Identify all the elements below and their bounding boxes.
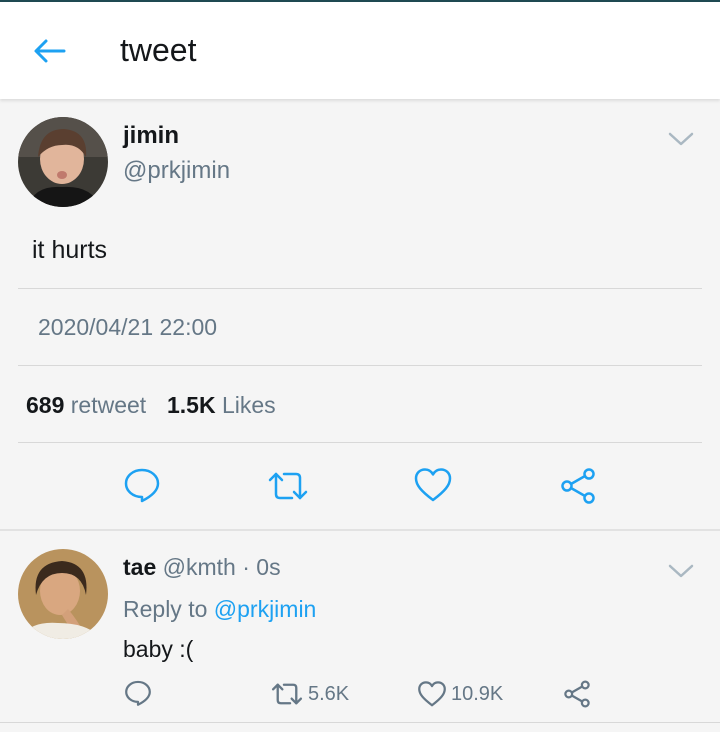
- page-title: tweet: [120, 32, 197, 68]
- avatar-jimin[interactable]: [18, 117, 108, 207]
- tweet-stats: 689 retweet 1.5K Likes: [26, 392, 276, 419]
- tweet-author-handle[interactable]: @prkjimin: [123, 157, 230, 185]
- reply-icon: [125, 680, 151, 706]
- tweet-author-name[interactable]: jimin: [123, 122, 179, 150]
- top-app-bar: tweet: [0, 2, 720, 99]
- reply-time: · 0s: [242, 554, 281, 580]
- share-icon: [561, 468, 595, 504]
- reply-reply-button[interactable]: [124, 679, 152, 707]
- back-button[interactable]: [30, 36, 70, 66]
- reply-icon: [124, 468, 160, 503]
- share-button[interactable]: [558, 466, 598, 511]
- divider: [18, 442, 702, 443]
- arrow-left-icon: [34, 39, 66, 63]
- reply-like-button[interactable]: 10.9K: [417, 680, 503, 708]
- heart-icon: [418, 681, 446, 707]
- retweet-button[interactable]: [266, 468, 310, 509]
- tweet-text: it hurts: [32, 236, 108, 264]
- reply-button[interactable]: [123, 466, 161, 509]
- reply-to-link[interactable]: @prkjimin: [214, 596, 317, 622]
- heart-icon: [414, 468, 452, 502]
- reply-context: Reply to @prkjimin: [123, 596, 316, 623]
- reply-retweet-button[interactable]: 5.6K: [270, 680, 349, 708]
- divider: [0, 722, 720, 723]
- like-label[interactable]: Likes: [222, 392, 276, 418]
- section-separator: [0, 529, 720, 531]
- chevron-down-icon: [668, 564, 694, 578]
- divider: [18, 288, 702, 289]
- reply-author-name[interactable]: tae: [123, 554, 156, 580]
- reply-menu-button[interactable]: [668, 563, 694, 579]
- retweet-icon: [268, 472, 308, 500]
- reply-share-button[interactable]: [562, 679, 592, 709]
- tweet-menu-button[interactable]: [668, 131, 694, 147]
- chevron-down-icon: [668, 132, 694, 146]
- reply-author-handle[interactable]: @kmth: [163, 554, 236, 580]
- reply-author-line: tae @kmth · 0s: [123, 554, 281, 581]
- reply-to-prefix: Reply to: [123, 596, 208, 622]
- retweet-icon: [271, 683, 303, 705]
- retweet-count[interactable]: 689: [26, 392, 64, 418]
- reply-like-count: 10.9K: [451, 682, 504, 705]
- divider: [18, 365, 702, 366]
- like-button[interactable]: [413, 467, 453, 508]
- reply-retweet-count: 5.6K: [308, 682, 350, 705]
- like-count[interactable]: 1.5K: [167, 392, 216, 418]
- retweet-label[interactable]: retweet: [71, 392, 146, 418]
- avatar-tae[interactable]: [18, 549, 108, 639]
- reply-text: baby :(: [123, 636, 194, 662]
- share-icon: [564, 680, 590, 708]
- tweet-timestamp: 2020/04/21 22:00: [38, 314, 218, 340]
